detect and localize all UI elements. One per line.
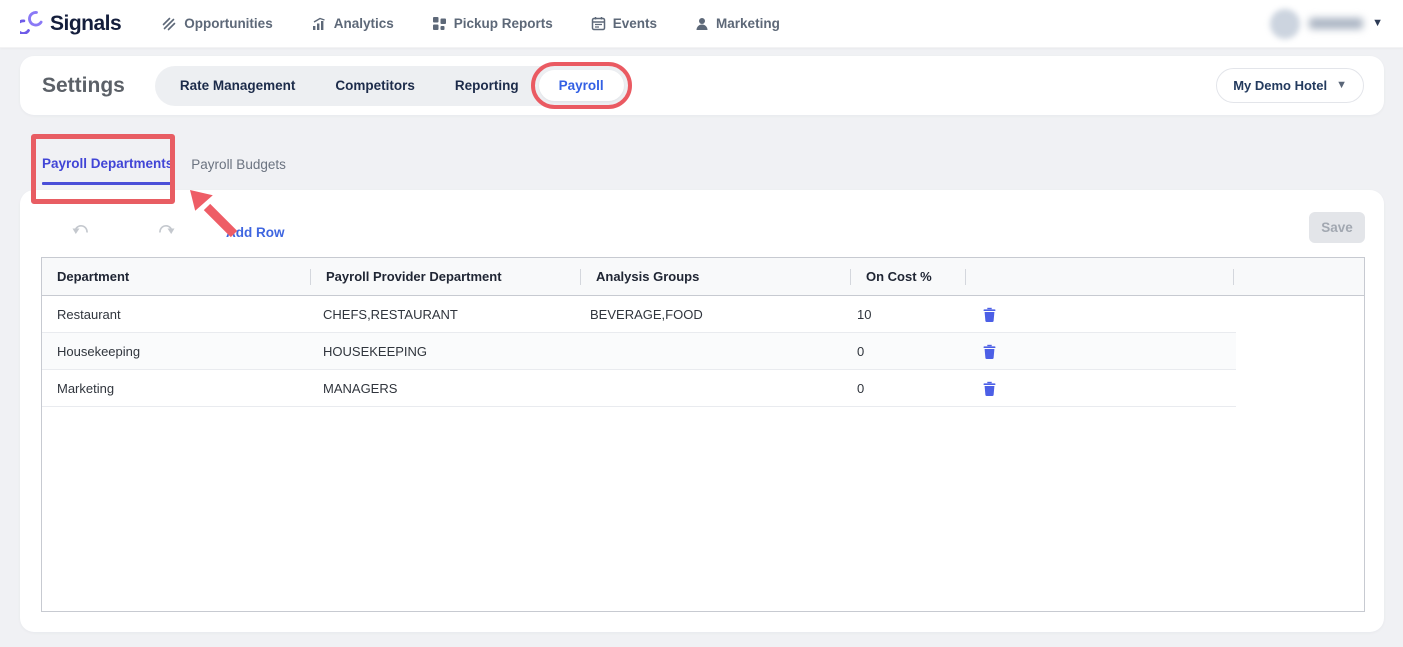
active-tab-underline	[42, 182, 173, 185]
save-button[interactable]: Save	[1309, 212, 1365, 243]
nav-label: Events	[613, 16, 657, 31]
top-nav-bar: Signals Opportunities Analytics	[0, 0, 1403, 48]
tab-payroll-label: Payroll	[559, 78, 604, 93]
cell-on-cost-pct[interactable]: 0	[842, 370, 956, 407]
tab-competitors[interactable]: Competitors	[315, 70, 435, 101]
column-header-on-cost-pct[interactable]: On Cost %	[851, 258, 966, 296]
nav-item-pickup-reports[interactable]: Pickup Reports	[432, 16, 553, 31]
delete-row-button[interactable]	[983, 381, 996, 396]
cell-department[interactable]: Restaurant	[42, 296, 308, 333]
nav-label: Pickup Reports	[454, 16, 553, 31]
column-header-empty	[1234, 258, 1364, 296]
payroll-departments-grid: Department Payroll Provider Department A…	[41, 257, 1365, 612]
opportunities-icon	[161, 16, 177, 32]
column-header-actions	[966, 258, 1234, 296]
tab-reporting[interactable]: Reporting	[435, 70, 539, 101]
cell-department[interactable]: Marketing	[42, 370, 308, 407]
avatar[interactable]	[1270, 9, 1300, 39]
delete-row-button[interactable]	[983, 307, 996, 322]
column-header-department[interactable]: Department	[42, 258, 311, 296]
hotel-selector-dropdown[interactable]: My Demo Hotel ▼	[1216, 68, 1364, 103]
page-title: Settings	[42, 74, 125, 98]
marketing-person-icon	[695, 17, 709, 31]
subtab-payroll-budgets[interactable]: Payroll Budgets	[191, 156, 286, 172]
cell-department[interactable]: Housekeeping	[42, 333, 308, 370]
user-name-redacted	[1309, 18, 1363, 29]
grid-header-row: Department Payroll Provider Department A…	[42, 258, 1364, 296]
payroll-subtabs: Payroll Departments Payroll Budgets	[42, 156, 286, 185]
brand-name: Signals	[50, 12, 121, 36]
nav-item-analytics[interactable]: Analytics	[311, 16, 394, 32]
nav-item-marketing[interactable]: Marketing	[695, 16, 780, 31]
chevron-down-icon: ▼	[1372, 18, 1383, 29]
table-row: Restaurant CHEFS,RESTAURANT BEVERAGE,FOO…	[42, 296, 1236, 333]
settings-tab-group: Rate Management Competitors Reporting Pa…	[155, 66, 629, 106]
hotel-selector-label: My Demo Hotel	[1233, 78, 1327, 93]
redo-button[interactable]	[156, 223, 175, 243]
nav-item-events[interactable]: Events	[591, 16, 657, 31]
cell-analysis-groups[interactable]	[575, 370, 842, 407]
add-row-button[interactable]: Add Row	[226, 225, 285, 240]
pickup-reports-icon	[432, 16, 447, 31]
cell-analysis-groups[interactable]	[575, 333, 842, 370]
table-row: Marketing MANAGERS 0	[42, 370, 1236, 407]
cell-on-cost-pct[interactable]: 0	[842, 333, 956, 370]
settings-header-bar: Settings Rate Management Competitors Rep…	[20, 56, 1384, 115]
cell-on-cost-pct[interactable]: 10	[842, 296, 956, 333]
delete-row-button[interactable]	[983, 344, 996, 359]
tab-rate-management[interactable]: Rate Management	[160, 70, 316, 101]
payroll-departments-panel: Add Row Save Department Payroll Provider…	[20, 190, 1384, 632]
main-nav: Opportunities Analytics Pickup Reports	[161, 16, 780, 32]
nav-label: Opportunities	[184, 16, 273, 31]
events-calendar-icon	[591, 16, 606, 31]
table-row: Housekeeping HOUSEKEEPING 0	[42, 333, 1236, 370]
nav-item-opportunities[interactable]: Opportunities	[161, 16, 273, 32]
user-account-menu[interactable]: ▼	[1270, 9, 1383, 39]
undo-button[interactable]	[72, 223, 91, 243]
subtab-label: Payroll Departments	[42, 156, 173, 171]
brand-logo[interactable]: Signals	[20, 9, 121, 39]
column-header-payroll-provider-department[interactable]: Payroll Provider Department	[311, 258, 581, 296]
cell-payroll-provider-department[interactable]: MANAGERS	[308, 370, 575, 407]
cell-payroll-provider-department[interactable]: HOUSEKEEPING	[308, 333, 575, 370]
signals-logo-icon	[20, 9, 45, 39]
cell-payroll-provider-department[interactable]: CHEFS,RESTAURANT	[308, 296, 575, 333]
subtab-payroll-departments[interactable]: Payroll Departments	[42, 156, 173, 185]
nav-label: Marketing	[716, 16, 780, 31]
column-header-analysis-groups[interactable]: Analysis Groups	[581, 258, 851, 296]
analytics-icon	[311, 16, 327, 32]
cell-analysis-groups[interactable]: BEVERAGE,FOOD	[575, 296, 842, 333]
tab-payroll[interactable]: Payroll	[539, 70, 624, 101]
nav-label: Analytics	[334, 16, 394, 31]
chevron-down-icon: ▼	[1336, 80, 1347, 91]
